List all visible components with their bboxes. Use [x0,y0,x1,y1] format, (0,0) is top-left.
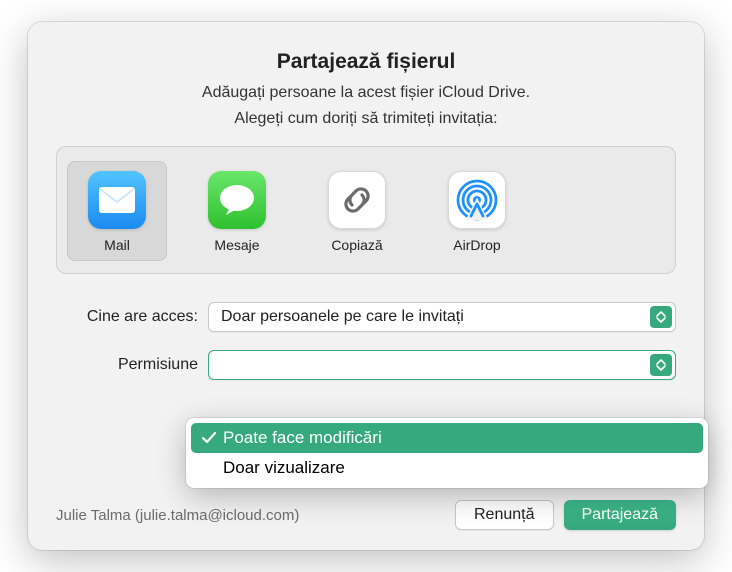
checkmark-icon [199,432,219,444]
option-label: Poate face modificări [223,428,382,448]
app-label: Mail [104,237,130,253]
link-icon [328,171,386,229]
access-label: Cine are acces: [56,308,208,326]
access-value: Doar persoanele pe care le invitați [221,308,464,326]
chevron-updown-icon [650,306,672,328]
dialog-footer: Julie Talma (julie.talma@icloud.com) Ren… [56,488,676,530]
app-airdrop[interactable]: AirDrop [427,161,527,261]
app-label: Mesaje [214,237,259,253]
airdrop-icon [448,171,506,229]
permission-dropdown: Poate face modificări Doar vizualizare [186,418,708,488]
share-button[interactable]: Partajează [564,500,677,530]
option-label: Doar vizualizare [223,458,345,478]
permission-label: Permisiune [56,356,208,374]
permission-option-view[interactable]: Doar vizualizare [191,453,703,483]
app-label: Copiază [331,237,382,253]
app-mail[interactable]: Mail [67,161,167,261]
app-messages[interactable]: Mesaje [187,161,287,261]
apps-selector: Mail Mesaje Copiază [56,146,676,274]
chevron-updown-icon [650,354,672,376]
cancel-button[interactable]: Renunță [455,500,554,530]
dialog-subtitle: Adăugați persoane la acest fișier iCloud… [56,84,676,102]
permission-value [221,356,225,374]
user-identity: Julie Talma (julie.talma@icloud.com) [56,507,445,524]
permission-option-edit[interactable]: Poate face modificări [191,423,703,453]
dialog-instruction: Alegeți cum doriți să trimiteți invitați… [56,110,676,128]
app-label: AirDrop [453,237,500,253]
permission-select[interactable] [208,350,676,380]
messages-icon [208,171,266,229]
mail-icon [88,171,146,229]
permission-row: Permisiune [56,350,676,380]
dialog-title: Partajează fișierul [56,50,676,74]
app-copy-link[interactable]: Copiază [307,161,407,261]
access-select[interactable]: Doar persoanele pe care le invitați [208,302,676,332]
access-row: Cine are acces: Doar persoanele pe care … [56,302,676,332]
